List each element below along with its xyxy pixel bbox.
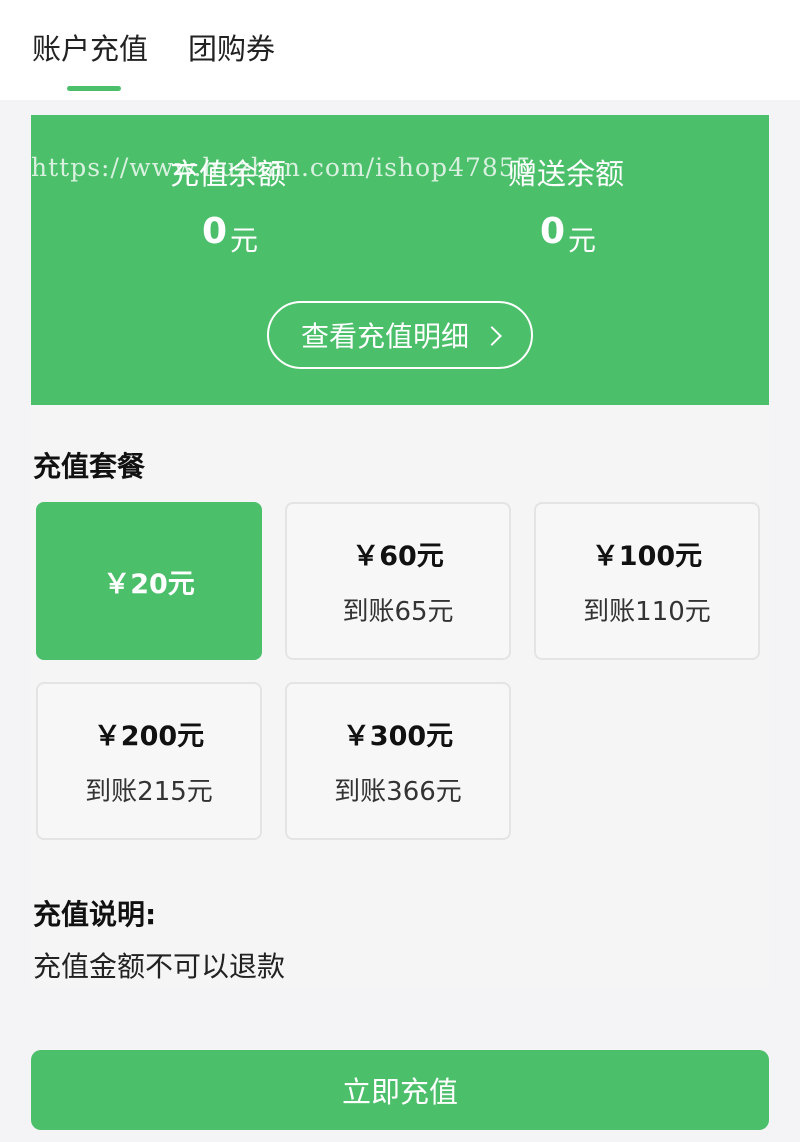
package-bonus: 到账215元 (85, 777, 213, 807)
package-price: ￥100元 (591, 541, 703, 572)
package-option-20[interactable]: ￥20元 (36, 502, 262, 660)
chevron-right-icon (482, 326, 502, 346)
recharge-balance-unit: 元 (230, 224, 259, 257)
recharge-now-label: 立即充值 (341, 1075, 458, 1109)
package-price: ￥20元 (103, 568, 195, 600)
active-tab-indicator (67, 86, 121, 91)
package-price: ￥200元 (93, 721, 205, 752)
gift-balance-amount: 0 (540, 211, 566, 252)
description-title: 充值说明: (33, 898, 157, 931)
recharge-now-button[interactable]: 立即充值 (31, 1050, 769, 1130)
package-bonus: 到账366元 (334, 777, 462, 807)
package-price: ￥60元 (352, 541, 444, 572)
recharge-balance-amount: 0 (202, 211, 228, 252)
tab-group-coupon[interactable]: 团购券 (188, 26, 275, 68)
recharge-card: 充值余额 赠送余额 https://www.huzhan.com/ishop47… (31, 115, 769, 988)
packages-title: 充值套餐 (33, 450, 146, 483)
package-option-100[interactable]: ￥100元 到账110元 (534, 502, 760, 660)
gift-balance-unit: 元 (568, 224, 597, 257)
package-bonus: 到账65元 (342, 597, 454, 627)
package-option-300[interactable]: ￥300元 到账366元 (285, 682, 511, 840)
balance-panel: 充值余额 赠送余额 https://www.huzhan.com/ishop47… (31, 115, 769, 405)
package-bonus: 到账110元 (583, 597, 711, 627)
view-recharge-details-button[interactable]: 查看充值明细 (267, 301, 533, 369)
view-recharge-details-label: 查看充值明细 (300, 320, 469, 353)
description-text: 充值金额不可以退款 (33, 950, 286, 983)
tab-bar: 账户充值 团购券 (0, 0, 800, 100)
package-option-60[interactable]: ￥60元 到账65元 (285, 502, 511, 660)
package-option-200[interactable]: ￥200元 到账215元 (36, 682, 262, 840)
tab-account-recharge[interactable]: 账户充值 (32, 26, 148, 68)
watermark-text: https://www.huzhan.com/ishop47855 (31, 153, 533, 182)
package-price: ￥300元 (342, 721, 454, 752)
